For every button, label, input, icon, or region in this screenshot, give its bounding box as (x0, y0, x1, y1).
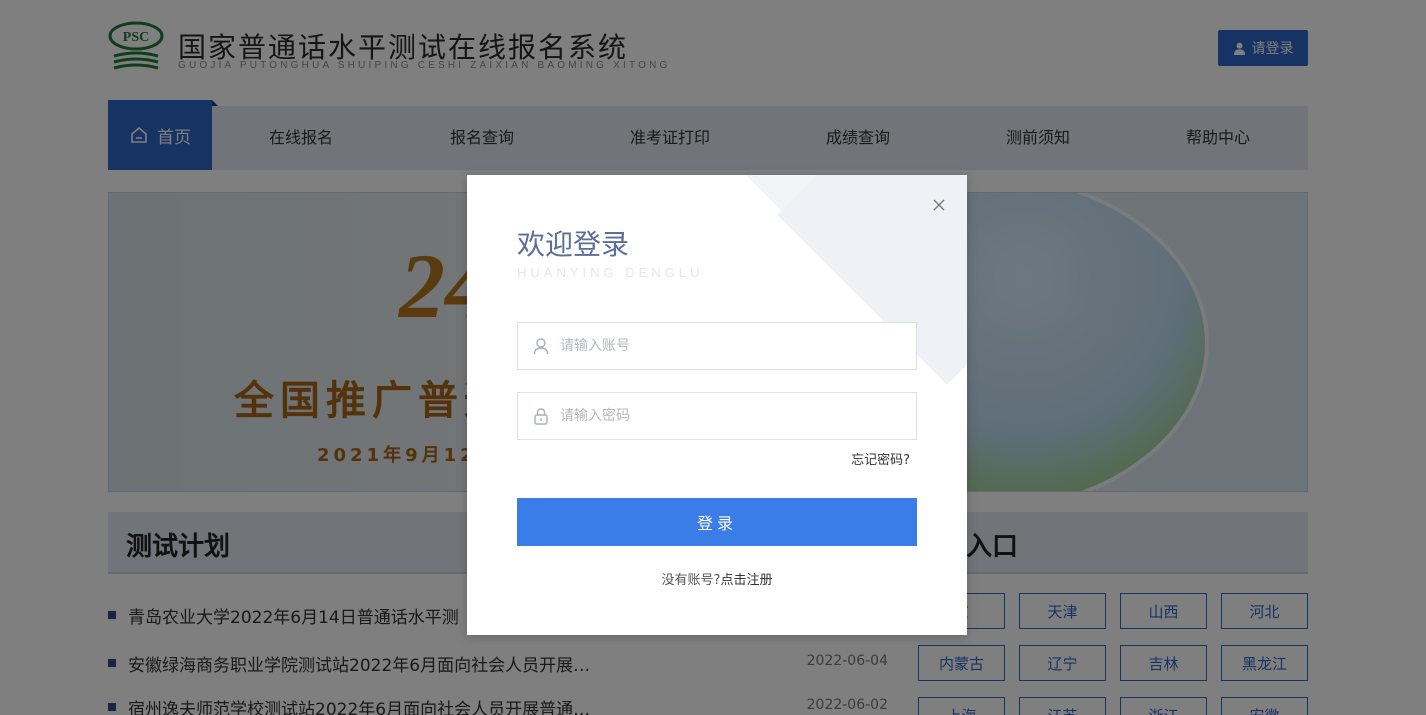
user-icon (533, 338, 549, 355)
login-submit-button[interactable]: 登录 (517, 498, 917, 546)
register-link[interactable]: 点击注册 (720, 573, 772, 588)
modal-subtitle: HUANYING DENGLU (517, 265, 704, 280)
password-input[interactable] (560, 393, 910, 439)
register-prompt: 没有账号?点击注册 (467, 569, 967, 588)
forgot-password-link[interactable]: 忘记密码? (851, 449, 910, 468)
account-field[interactable] (517, 322, 917, 370)
account-input[interactable] (560, 323, 910, 369)
no-account-text: 没有账号? (661, 573, 721, 588)
modal-title: 欢迎登录 (517, 228, 630, 261)
login-modal: 欢迎登录 HUANYING DENGLU 忘记密码? 登录 没有账号?点击注册 (467, 175, 967, 635)
lock-icon (534, 408, 548, 425)
password-field[interactable] (517, 392, 917, 440)
close-icon[interactable] (931, 197, 947, 213)
